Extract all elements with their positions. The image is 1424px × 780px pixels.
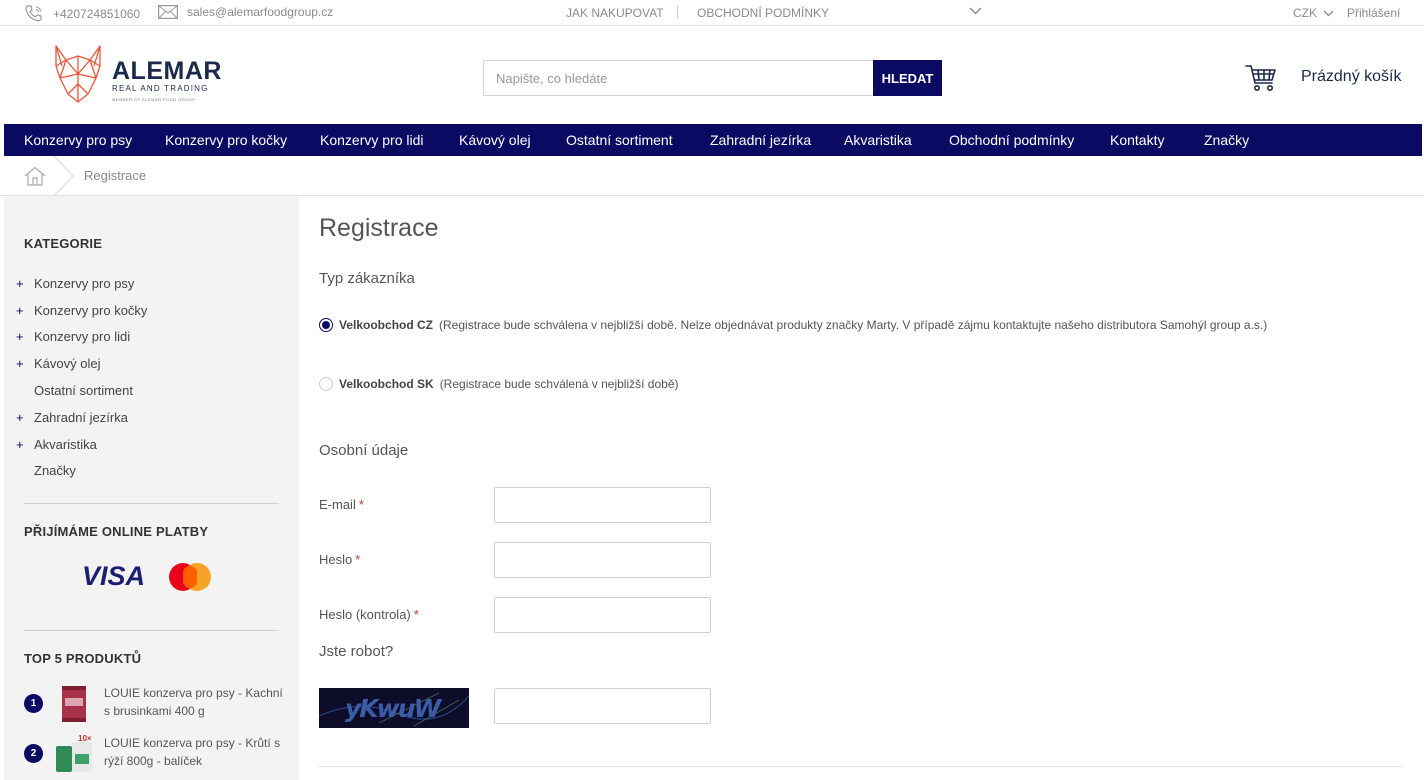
captcha-text: yKwuW: [345, 694, 443, 723]
captcha-input[interactable]: [494, 688, 711, 724]
nav-item-terms[interactable]: Obchodní podmínky: [949, 132, 1074, 148]
category-item-dog-cans[interactable]: + Konzervy pro psy: [16, 276, 134, 291]
product-thumbnail[interactable]: [54, 684, 94, 724]
customer-type-heading: Typ zákazníka: [319, 270, 415, 287]
password-field[interactable]: [494, 542, 711, 578]
chevron-down-icon: [969, 7, 982, 15]
category-item-cat-cans[interactable]: + Konzervy pro kočky: [16, 303, 147, 318]
product-name[interactable]: LOUIE konzerva pro psy - Krůtí s rýží 80…: [104, 734, 284, 774]
mastercard-logo-icon: [169, 562, 213, 591]
expand-plus-icon[interactable]: +: [16, 410, 34, 425]
category-item-other[interactable]: Ostatní sortiment: [16, 383, 133, 398]
product-pack-icon: 10×: [56, 734, 92, 772]
email-field[interactable]: [494, 487, 711, 523]
svg-text:10×: 10×: [78, 734, 92, 743]
robot-heading: Jste robot?: [319, 643, 394, 660]
breadcrumb-current: Registrace: [84, 168, 147, 183]
nav-item-brands[interactable]: Značky: [1204, 132, 1249, 148]
form-divider: [319, 766, 1402, 767]
currency-label: CZK: [1293, 6, 1317, 20]
product-name[interactable]: LOUIE konzerva pro psy - Kachní s brusin…: [104, 684, 284, 724]
cart-icon: [1245, 65, 1276, 91]
breadcrumb-separator-icon: [53, 156, 74, 196]
password-confirm-field[interactable]: [494, 597, 711, 633]
home-link[interactable]: [24, 166, 46, 189]
nav-item-other[interactable]: Ostatní sortiment: [566, 132, 673, 148]
phone-contact[interactable]: +420724851060: [24, 5, 140, 22]
radio-selected[interactable]: [319, 318, 333, 332]
more-menu-toggle[interactable]: [969, 7, 982, 15]
customer-type-option-sk[interactable]: Velkoobchod SK (Registrace bude schválená…: [319, 374, 1299, 394]
sidebar: KATEGORIE + Konzervy pro psy + Konzervy pr…: [4, 196, 299, 780]
email-label: E-mail *: [319, 497, 364, 512]
expand-plus-icon[interactable]: +: [16, 276, 34, 291]
option-description: (Registrace bude schválená v nejbližší d…: [439, 377, 679, 391]
personal-data-heading: Osobní údaje: [319, 442, 409, 459]
wolf-logo-icon: [55, 45, 101, 103]
nav-item-ponds[interactable]: Zahradní jezírka: [710, 132, 811, 148]
expand-plus-icon[interactable]: +: [16, 356, 34, 371]
password-label: Heslo *: [319, 552, 361, 567]
chevron-down-icon: [1323, 10, 1334, 16]
search-bar: HLEDAT: [483, 60, 942, 96]
payments-heading: PŘIJÍMÁME ONLINE PLATBY: [24, 524, 209, 539]
expand-plus-icon[interactable]: +: [16, 437, 34, 452]
nav-item-cat-cans[interactable]: Konzervy pro kočky: [165, 132, 287, 148]
site-logo[interactable]: ALEMAR REAL AND TRADING MEMBER OF ALEMAR…: [52, 44, 222, 104]
category-item-ponds[interactable]: + Zahradní jezírka: [16, 410, 128, 425]
nav-item-contacts[interactable]: Kontakty: [1110, 132, 1164, 148]
mail-icon: [158, 5, 178, 19]
logo-name: ALEMAR: [112, 57, 222, 85]
currency-selector[interactable]: CZK: [1293, 6, 1334, 20]
email-contact[interactable]: sales@alemarfoodgroup.cz: [158, 5, 333, 19]
category-item-human-cans[interactable]: + Konzervy pro lidi: [16, 329, 130, 344]
email-address: sales@alemarfoodgroup.cz: [187, 5, 334, 19]
visa-logo: VISA: [82, 561, 146, 591]
product-can-icon: [62, 686, 86, 722]
captcha-image: yKwuW: [319, 688, 469, 728]
option-name: Velkoobchod SK: [339, 377, 434, 391]
product-thumbnail[interactable]: 10×: [54, 734, 94, 774]
sidebar-divider: [24, 503, 279, 504]
phone-icon: [25, 5, 42, 22]
top-bar: +420724851060 sales@alemarfoodgroup.cz J…: [0, 0, 1424, 26]
rank-badge: 1: [24, 694, 43, 713]
category-item-coffee-oil[interactable]: + Kávový olej: [16, 356, 100, 371]
option-description: (Registrace bude schválena v nejbližší d…: [439, 318, 1268, 332]
nav-item-human-cans[interactable]: Konzervy pro lidi: [320, 132, 424, 148]
topbar-divider: [677, 5, 678, 19]
nav-item-aquaristics[interactable]: Akvaristika: [844, 132, 912, 148]
payment-logos: VISA: [82, 561, 213, 592]
breadcrumb: Registrace: [0, 156, 1424, 196]
customer-type-option-cz[interactable]: Velkoobchod CZ (Registrace bude schválena…: [319, 315, 1299, 335]
nav-item-dog-cans[interactable]: Konzervy pro psy: [24, 132, 132, 148]
rank-badge: 2: [24, 744, 43, 763]
how-to-buy-link[interactable]: JAK NAKUPOVAT: [566, 6, 664, 20]
page-title: Registrace: [319, 214, 439, 242]
password-confirm-label: Heslo (kontrola) *: [319, 607, 419, 622]
option-name: Velkoobchod CZ: [339, 318, 434, 332]
top-products-heading: TOP 5 PRODUKTŮ: [24, 651, 142, 666]
logo-member-text: MEMBER OF ALEMAR FOOD GROUP: [112, 97, 196, 102]
radio-unselected[interactable]: [319, 377, 333, 391]
top-product-item[interactable]: 1 LOUIE konzerva pro psy - Kachní s brus…: [24, 684, 284, 724]
expand-plus-icon[interactable]: +: [16, 303, 34, 318]
categories-heading: KATEGORIE: [24, 236, 103, 251]
home-icon: [24, 166, 46, 186]
expand-plus-icon[interactable]: +: [16, 329, 34, 344]
sidebar-divider: [24, 630, 279, 631]
terms-link[interactable]: OBCHODNÍ PODMÍNKY: [697, 6, 829, 20]
category-item-brands[interactable]: Značky: [16, 463, 76, 478]
login-link[interactable]: Přihlášení: [1347, 6, 1400, 20]
cart-label: Prázdný košík: [1301, 68, 1402, 85]
phone-number: +420724851060: [53, 6, 141, 21]
search-input[interactable]: [483, 60, 873, 96]
logo-subtitle: REAL AND TRADING: [112, 84, 209, 93]
search-button[interactable]: HLEDAT: [873, 60, 942, 96]
main-navigation: Konzervy pro psy Konzervy pro kočky Konz…: [4, 124, 1422, 156]
cart[interactable]: Prázdný košík: [1245, 64, 1401, 92]
top-product-item[interactable]: 2 10× LOUIE konzerva pro psy - Krůtí s r…: [24, 734, 284, 774]
nav-item-coffee-oil[interactable]: Kávový olej: [459, 132, 531, 148]
category-item-aquaristics[interactable]: + Akvaristika: [16, 437, 97, 452]
